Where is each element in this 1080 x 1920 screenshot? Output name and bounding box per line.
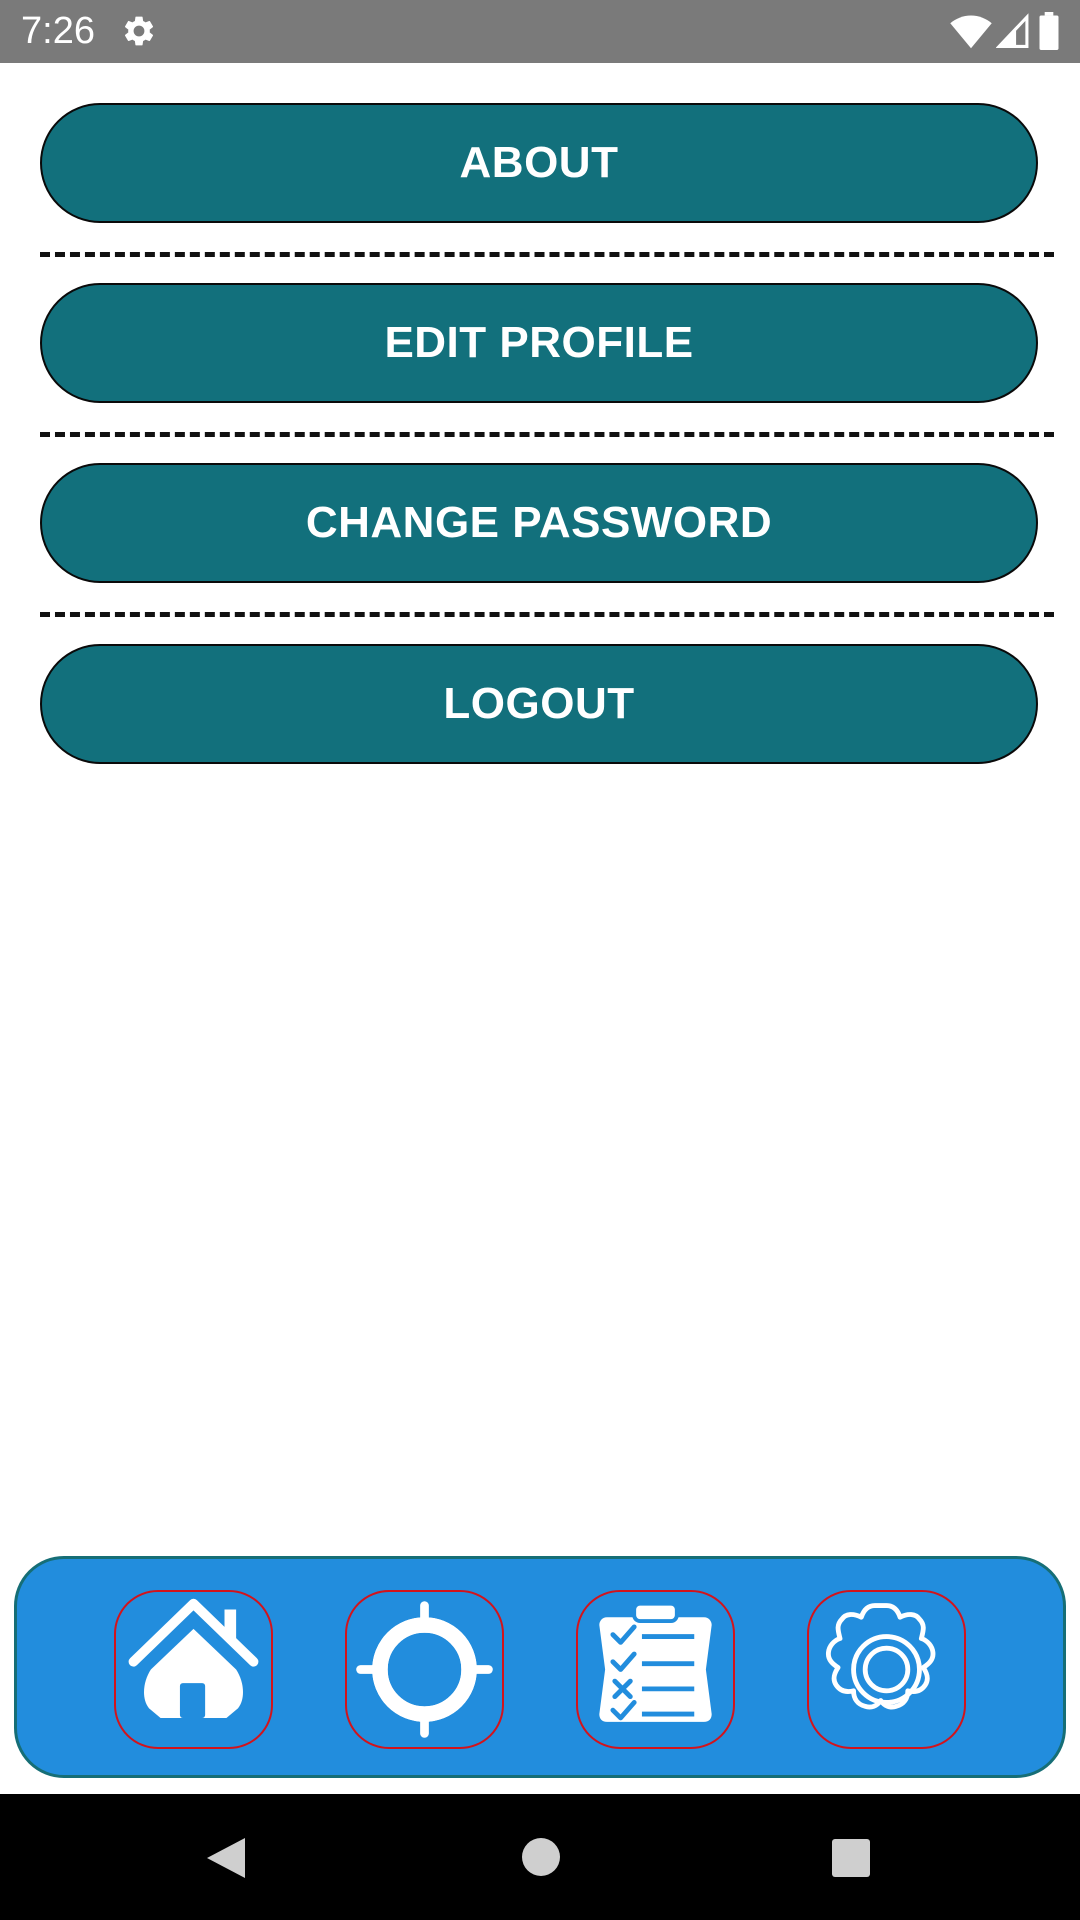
about-button[interactable]: ABOUT [40, 103, 1038, 223]
status-icons [950, 12, 1060, 52]
nav-home-button[interactable] [114, 1590, 273, 1749]
crosshair-icon [356, 1601, 493, 1738]
battery-icon [1039, 12, 1059, 50]
settings-icon [825, 1603, 936, 1710]
system-navigation-bar [0, 1794, 1080, 1920]
status-bar: 7:26 [0, 0, 1080, 63]
status-time: 7:26 [21, 10, 95, 52]
divider [40, 252, 1054, 257]
divider [40, 432, 1054, 437]
settings-gear-icon [124, 16, 154, 46]
home-icon [128, 1598, 259, 1718]
recents-icon[interactable] [831, 1838, 871, 1878]
change-password-button[interactable]: CHANGE PASSWORD [40, 463, 1038, 583]
nav-checklist-button[interactable] [576, 1590, 735, 1749]
wifi-icon [950, 15, 992, 49]
checklist-icon [599, 1601, 712, 1722]
home-circle-icon[interactable] [521, 1837, 561, 1877]
edit-profile-button[interactable]: EDIT PROFILE [40, 283, 1038, 403]
logout-button[interactable]: LOGOUT [40, 644, 1038, 764]
nav-settings-button[interactable] [807, 1590, 966, 1749]
cell-signal-icon [996, 13, 1029, 48]
nav-target-button[interactable] [345, 1590, 504, 1749]
divider [40, 612, 1054, 617]
bottom-navigation [14, 1556, 1066, 1778]
back-icon[interactable] [205, 1836, 247, 1880]
